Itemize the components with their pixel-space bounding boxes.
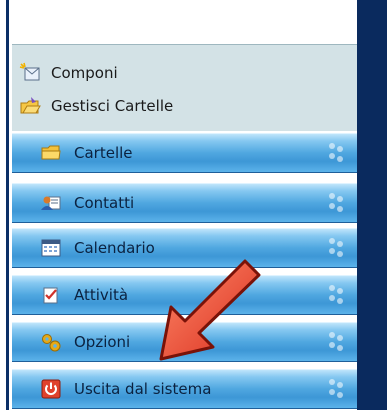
compose-link[interactable]: Componi xyxy=(12,58,357,88)
left-border xyxy=(0,0,12,410)
compose-icon xyxy=(19,62,41,84)
grip-handle-icon xyxy=(329,285,345,305)
nav-calendar[interactable]: Calendario xyxy=(12,228,357,268)
compose-label: Componi xyxy=(51,64,118,82)
grip-handle-icon xyxy=(329,193,345,213)
quick-actions-panel: Componi Gestisci Cartelle xyxy=(12,44,357,131)
manage-folders-link[interactable]: Gestisci Cartelle xyxy=(12,91,357,121)
nav-contacts-label: Contatti xyxy=(74,194,135,212)
right-dark-bar xyxy=(357,0,387,410)
nav-tasks[interactable]: Attività xyxy=(12,275,357,315)
nav-contacts[interactable]: Contatti xyxy=(12,183,357,223)
grip-handle-icon xyxy=(329,332,345,352)
grip-handle-icon xyxy=(329,379,345,399)
nav-folders[interactable]: Cartelle xyxy=(12,133,357,173)
calendar-icon xyxy=(40,237,62,259)
grip-handle-icon xyxy=(329,143,345,163)
nav-logout-label: Uscita dal sistema xyxy=(74,380,212,398)
nav-calendar-label: Calendario xyxy=(74,239,155,257)
folder-icon xyxy=(40,142,62,164)
logout-power-icon xyxy=(40,378,62,400)
nav-tasks-label: Attività xyxy=(74,286,129,304)
nav-logout[interactable]: Uscita dal sistema xyxy=(12,369,357,409)
manage-folders-icon xyxy=(19,95,41,117)
contacts-icon xyxy=(40,192,62,214)
options-gear-icon xyxy=(40,331,62,353)
tasks-icon xyxy=(40,284,62,306)
nav-folders-label: Cartelle xyxy=(74,144,133,162)
header-area xyxy=(12,0,357,44)
manage-folders-label: Gestisci Cartelle xyxy=(51,97,174,115)
grip-handle-icon xyxy=(329,238,345,258)
nav-options-label: Opzioni xyxy=(74,333,131,351)
nav-options[interactable]: Opzioni xyxy=(12,322,357,362)
